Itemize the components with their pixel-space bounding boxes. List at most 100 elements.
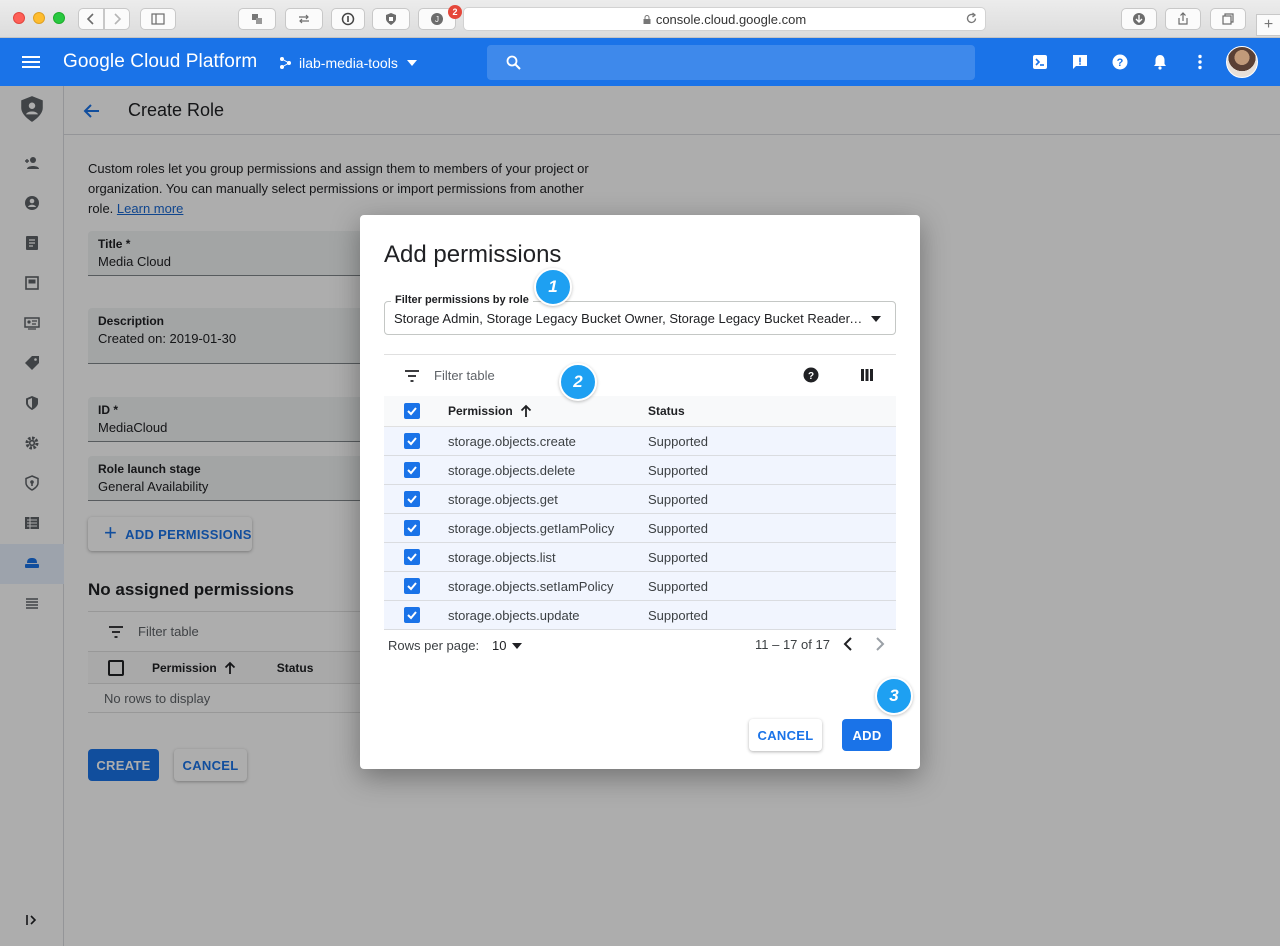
table-row[interactable]: storage.objects.setIamPolicy Supported	[384, 572, 896, 601]
check-icon	[407, 407, 417, 416]
caret-down-icon[interactable]	[512, 643, 522, 649]
help-icon[interactable]: ?	[1111, 53, 1129, 71]
extension-badge-button[interactable]: J 2	[418, 5, 462, 30]
check-icon	[407, 582, 417, 591]
sort-arrow-up-icon[interactable]	[519, 404, 533, 418]
downloads-button[interactable]	[1121, 8, 1157, 30]
table-header: Permission Status	[384, 396, 896, 427]
help-icon[interactable]: ?	[803, 367, 819, 383]
add-permissions-dialog: Add permissions Filter permissions by ro…	[360, 215, 920, 769]
plus-icon: +	[1263, 16, 1274, 33]
row-checkbox[interactable]	[404, 578, 420, 594]
status-cell: Supported	[648, 462, 708, 478]
svg-text:J: J	[435, 15, 439, 24]
ublock-button[interactable]	[372, 8, 410, 30]
close-window-button[interactable]	[13, 12, 25, 24]
cloud-shell-icon[interactable]	[1031, 53, 1049, 71]
new-tab-button[interactable]: +	[1256, 14, 1280, 36]
zoom-window-button[interactable]	[53, 12, 65, 24]
url-text: console.cloud.google.com	[655, 11, 807, 27]
dialog-title: Add permissions	[384, 241, 562, 268]
gcp-logo[interactable]: Google Cloud Platform	[63, 51, 257, 73]
col-status[interactable]: Status	[648, 404, 896, 418]
project-selector[interactable]: ilab-media-tools	[278, 55, 417, 71]
table-row[interactable]: storage.objects.list Supported	[384, 543, 896, 572]
rows-per-page-label: Rows per page:	[388, 638, 480, 653]
step-callout-3: 3	[875, 677, 913, 715]
password-manager-button[interactable]	[331, 8, 365, 30]
minimize-window-button[interactable]	[33, 12, 45, 24]
forward-nav-button[interactable]	[104, 8, 130, 30]
rows-per-page-select[interactable]: 10	[492, 638, 506, 653]
step-callout-1: 1	[534, 268, 572, 306]
onepassword-icon	[341, 12, 355, 26]
address-bar[interactable]: console.cloud.google.com	[463, 7, 986, 31]
check-icon	[407, 553, 417, 562]
check-icon	[407, 495, 417, 504]
lock-icon	[643, 14, 651, 24]
permission-cell: storage.objects.get	[448, 491, 558, 507]
status-cell: Supported	[648, 433, 708, 449]
check-icon	[407, 524, 417, 533]
row-checkbox[interactable]	[404, 520, 420, 536]
feedback-icon[interactable]	[1071, 53, 1089, 71]
chevron-right-icon	[114, 13, 122, 25]
avatar[interactable]	[1226, 46, 1258, 78]
dialog-add-button[interactable]: ADD	[842, 719, 892, 751]
svg-text:?: ?	[808, 371, 814, 382]
permission-cell: storage.objects.setIamPolicy	[448, 578, 614, 594]
chevron-left-icon	[86, 13, 94, 25]
permission-cell: storage.objects.create	[448, 433, 576, 449]
row-checkbox[interactable]	[404, 607, 420, 623]
permissions-table: Filter table ? Permission Status storage…	[384, 354, 896, 630]
share-button[interactable]	[1165, 8, 1201, 30]
status-cell: Supported	[648, 607, 708, 623]
row-checkbox[interactable]	[404, 549, 420, 565]
column-display-icon[interactable]	[860, 368, 874, 382]
permission-cell: storage.objects.list	[448, 549, 556, 565]
status-cell: Supported	[648, 549, 708, 565]
extension-button-1[interactable]	[238, 8, 276, 30]
select-all-checkbox[interactable]	[404, 403, 420, 419]
gcp-header: Google Cloud Platform ilab-media-tools ?	[0, 38, 1280, 86]
table-pagination: Rows per page: 10 11 – 17 of 17	[384, 628, 896, 662]
permission-cell: storage.objects.update	[448, 607, 580, 623]
tabs-icon	[1222, 13, 1234, 25]
table-row[interactable]: storage.objects.update Supported	[384, 601, 896, 630]
check-icon	[407, 437, 417, 446]
notifications-bell-icon[interactable]	[1151, 53, 1169, 71]
row-checkbox[interactable]	[404, 433, 420, 449]
permission-cell: storage.objects.delete	[448, 462, 576, 478]
svg-text:?: ?	[1117, 57, 1124, 69]
step-callout-2: 2	[559, 363, 597, 401]
caret-down-icon	[406, 60, 417, 66]
sidebar-toggle-button[interactable]	[140, 8, 176, 30]
table-row[interactable]: storage.objects.create Supported	[384, 427, 896, 456]
browser-toolbar: J 2 console.cloud.google.com +	[0, 0, 1280, 38]
next-page-icon[interactable]	[871, 635, 889, 653]
filter-by-role-value: Storage Admin, Storage Legacy Bucket Own…	[394, 311, 864, 326]
row-checkbox[interactable]	[404, 462, 420, 478]
search-input[interactable]	[487, 45, 975, 80]
table-filter-bar[interactable]: Filter table ?	[384, 355, 896, 396]
table-row[interactable]: storage.objects.getIamPolicy Supported	[384, 514, 896, 543]
filter-by-role-select[interactable]: Filter permissions by role Storage Admin…	[384, 294, 896, 335]
dialog-cancel-button[interactable]: CANCEL	[749, 719, 822, 751]
back-nav-button[interactable]	[78, 8, 104, 30]
row-checkbox[interactable]	[404, 491, 420, 507]
more-vert-icon[interactable]	[1191, 53, 1209, 71]
extension-button-2[interactable]	[285, 8, 323, 30]
reload-icon[interactable]	[965, 12, 978, 25]
prev-page-icon[interactable]	[839, 635, 857, 653]
notification-count-badge: 2	[448, 5, 462, 19]
status-cell: Supported	[648, 578, 708, 594]
tabs-overview-button[interactable]	[1210, 8, 1246, 30]
col-permission[interactable]: Permission	[448, 404, 513, 418]
table-row[interactable]: storage.objects.delete Supported	[384, 456, 896, 485]
status-cell: Supported	[648, 520, 708, 536]
hamburger-menu-icon[interactable]	[21, 52, 41, 72]
table-row[interactable]: storage.objects.get Supported	[384, 485, 896, 514]
download-icon	[1133, 13, 1145, 25]
share-icon	[1178, 12, 1188, 25]
search-icon	[506, 55, 521, 70]
